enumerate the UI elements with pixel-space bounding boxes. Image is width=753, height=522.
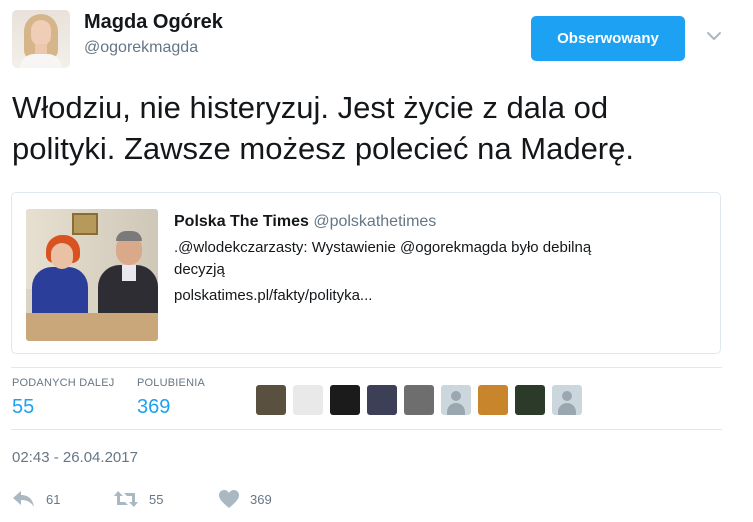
quoted-tweet-author[interactable]: Polska The Times @polskathetimes	[174, 213, 436, 231]
liker-avatar[interactable]	[367, 385, 397, 415]
like-count: 369	[250, 491, 272, 507]
tweet-text: Włodziu, nie histeryzuj. Jest życie z da…	[12, 87, 732, 169]
retweets-count[interactable]: 55	[12, 396, 34, 419]
quoted-author-name: Polska The Times	[174, 213, 309, 230]
liker-avatar[interactable]	[552, 385, 582, 415]
quoted-tweet-card[interactable]: Polska The Times @polskathetimes .@wlode…	[11, 192, 721, 354]
retweet-count: 55	[149, 491, 164, 507]
divider	[11, 367, 722, 368]
retweet-icon	[114, 491, 138, 507]
liker-avatar[interactable]	[330, 385, 360, 415]
liker-avatar[interactable]	[256, 385, 286, 415]
heart-icon	[219, 490, 239, 508]
retweets-label[interactable]: PODANYCH DALEJ	[12, 377, 114, 389]
quoted-text-line: .@wlodekczarzasty: Wystawienie @ogorekma…	[174, 239, 592, 256]
quoted-tweet-link[interactable]: polskatimes.pl/fakty/polityka...	[174, 287, 372, 304]
author-name[interactable]: Magda Ogórek	[84, 11, 223, 34]
liker-avatar[interactable]	[293, 385, 323, 415]
divider	[11, 429, 722, 430]
author-handle[interactable]: @ogorekmagda	[84, 39, 198, 57]
like-button[interactable]: 369	[218, 488, 272, 510]
reply-count: 61	[46, 491, 61, 507]
tweet-timestamp[interactable]: 02:43 - 26.04.2017	[12, 449, 138, 466]
tweet-text-line: polityki. Zawsze możesz polecieć na Made…	[12, 131, 634, 166]
likes-count[interactable]: 369	[137, 396, 170, 419]
liker-avatar[interactable]	[478, 385, 508, 415]
quoted-tweet-text: .@wlodekczarzasty: Wystawienie @ogorekma…	[174, 237, 694, 281]
reply-button[interactable]: 61	[12, 488, 60, 510]
quoted-tweet-photo[interactable]	[26, 209, 158, 341]
following-button[interactable]: Obserwowany	[531, 16, 685, 61]
liker-avatar[interactable]	[441, 385, 471, 415]
avatar[interactable]	[12, 10, 70, 68]
chevron-down-icon[interactable]	[706, 28, 722, 44]
quoted-author-handle: @polskathetimes	[313, 213, 437, 230]
quoted-text-line: decyzją	[174, 261, 225, 278]
liker-avatar[interactable]	[404, 385, 434, 415]
tweet-text-line: Włodziu, nie histeryzuj. Jest życie z da…	[12, 90, 609, 125]
reply-icon	[13, 491, 34, 507]
likes-label[interactable]: POLUBIENIA	[137, 377, 205, 389]
liker-avatar[interactable]	[515, 385, 545, 415]
retweet-button[interactable]: 55	[113, 488, 163, 510]
